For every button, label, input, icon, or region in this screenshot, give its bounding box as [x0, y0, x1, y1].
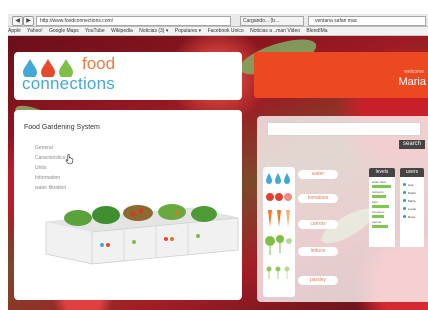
category-tomatoes[interactable]: tomatoes	[298, 194, 338, 203]
level-bar	[372, 225, 388, 228]
user-list-item[interactable]: Pedro	[403, 191, 416, 196]
user-label: Lucas	[408, 207, 417, 211]
user-label: Maria	[408, 199, 416, 203]
search-button[interactable]: search	[399, 140, 425, 149]
user-dot-icon	[403, 207, 406, 210]
bookmark-item[interactable]: YouTube	[85, 28, 105, 34]
hand-cursor-icon	[65, 154, 74, 164]
planter-system-image	[45, 204, 239, 265]
page-title: Food Gardening System	[24, 124, 100, 131]
level-label: carrots	[372, 220, 382, 224]
logo-panel: food connections	[14, 52, 242, 100]
logo-connections-text: connections	[22, 74, 115, 93]
page-background: food connections welcome Maria Food Gard…	[8, 36, 428, 310]
menu-item-caracteristics[interactable]: Caracteristics	[35, 153, 66, 163]
user-list-item[interactable]: Rosa	[403, 215, 415, 220]
bookmark-item[interactable]: Google Maps	[49, 28, 79, 34]
level-bar	[372, 185, 392, 188]
back-button[interactable]: ◀	[12, 16, 23, 26]
levels-header: levels	[369, 168, 395, 177]
menu-item-water-filtration[interactable]: water filtration	[35, 183, 66, 193]
level-label: nutrients	[372, 190, 384, 194]
forward-button[interactable]: ▶	[23, 16, 34, 26]
level-item: light	[372, 200, 396, 208]
users-column: Ana Pedro Maria Lucas Rosa	[400, 177, 424, 247]
sidebar-panel: search water tomatoes carrots lettuce pa…	[257, 116, 428, 302]
levels-column: water tank nutrients light tomatoes carr…	[369, 177, 395, 247]
menu-item-general[interactable]: General	[35, 143, 66, 153]
browser-tab[interactable]: Cargando... (b...	[240, 16, 304, 26]
user-dot-icon	[403, 191, 406, 194]
bookmark-item[interactable]: Noticias a ..man Video	[250, 28, 300, 34]
category-water[interactable]: water	[298, 170, 338, 179]
bookmark-item[interactable]: Wikipedia	[111, 28, 133, 34]
user-dot-icon	[403, 215, 406, 218]
main-panel: Food Gardening System General Caracteris…	[14, 110, 242, 300]
welcome-panel: welcome Maria	[254, 52, 428, 98]
level-label: water tank	[372, 180, 386, 184]
category-carrots[interactable]: carrots	[298, 220, 338, 229]
users-header: users	[400, 168, 424, 177]
address-bar[interactable]: http://www.foodconnections.com/	[36, 16, 231, 26]
menu-item-information[interactable]: Information	[35, 173, 66, 183]
browser-toolbar: ◀ ▶ http://www.foodconnections.com/ Carg…	[8, 14, 428, 27]
level-item: water tank	[372, 180, 396, 188]
level-bar	[372, 215, 384, 218]
user-name[interactable]: Maria	[398, 76, 426, 88]
bookmark-item[interactable]: Noticias (3) ▾	[139, 28, 168, 34]
browser-search-field[interactable]: ventana safari mac	[308, 16, 426, 26]
user-list-item[interactable]: Ana	[403, 183, 413, 188]
category-lettuce[interactable]: lettuce	[298, 247, 338, 256]
welcome-label: welcome	[404, 69, 424, 75]
logo-food-text: food	[82, 54, 116, 73]
bookmark-item[interactable]: Facebook Unico	[208, 28, 244, 34]
menu-item-units[interactable]: Units	[35, 163, 66, 173]
search-input[interactable]	[267, 122, 421, 136]
level-item: tomatoes	[372, 210, 396, 218]
level-item: carrots	[372, 220, 396, 228]
level-item: nutrients	[372, 190, 396, 198]
user-label: Rosa	[408, 215, 416, 219]
user-label: Ana	[408, 183, 414, 187]
bookmarks-bar: Apple Yahoo! Google Maps YouTube Wikiped…	[8, 27, 428, 36]
level-bar	[372, 205, 389, 208]
level-label: light	[372, 200, 378, 204]
level-bar	[372, 195, 387, 198]
bookmark-item[interactable]: BlendIMa	[306, 28, 327, 34]
user-label: Pedro	[408, 191, 417, 195]
system-menu: General Caracteristics Units Information…	[35, 143, 66, 193]
category-parsley[interactable]: parsley	[298, 276, 338, 285]
bookmark-item[interactable]: Populares ▾	[175, 28, 201, 34]
bookmark-item[interactable]: Yahoo!	[27, 28, 42, 34]
food-icons-column	[263, 167, 295, 297]
user-dot-icon	[403, 183, 406, 186]
user-list-item[interactable]: Maria	[403, 199, 416, 204]
food-icons-graphic	[265, 173, 292, 279]
user-dot-icon	[403, 199, 406, 202]
level-label: tomatoes	[372, 210, 385, 214]
browser-window: ◀ ▶ http://www.foodconnections.com/ Carg…	[0, 0, 428, 310]
user-list-item[interactable]: Lucas	[403, 207, 416, 212]
bookmark-item[interactable]: Apple	[8, 28, 21, 34]
